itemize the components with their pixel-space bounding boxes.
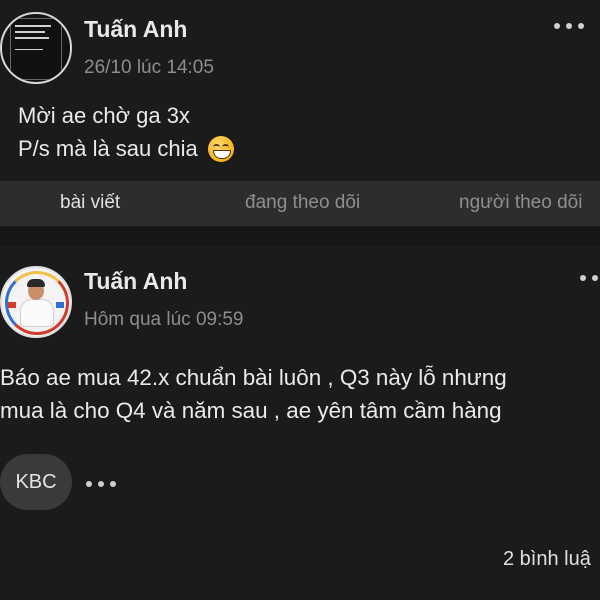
book-cover-avatar-icon[interactable] xyxy=(0,12,72,84)
post-body-line-1: Mời ae chờ ga 3x xyxy=(18,103,190,128)
post-timestamp: Hôm qua lúc 09:59 xyxy=(84,309,244,330)
book-cover xyxy=(10,18,62,80)
tab-posts[interactable]: bài viết xyxy=(60,192,120,214)
grinning-face-emoji-icon xyxy=(207,136,234,162)
post-card: Tuấn Anh 26/10 lúc 14:05 Mời ae chờ ga 3… xyxy=(0,0,600,181)
more-options-icon[interactable] xyxy=(554,20,584,32)
comment-count-link[interactable]: 2 bình luậ xyxy=(503,548,591,571)
post-body-line-1: Báo ae mua 42.x chuẩn bài luôn , Q3 này … xyxy=(0,365,507,390)
post-timestamp: 26/10 lúc 14:05 xyxy=(84,57,214,78)
post-card: Tuấn Anh Hôm qua lúc 09:59 Báo ae mua 42… xyxy=(0,246,600,600)
section-divider xyxy=(0,226,600,246)
more-options-icon[interactable] xyxy=(580,272,600,284)
post-body-line-2-text: P/s mà là sau chia xyxy=(18,136,198,161)
more-tags-icon[interactable] xyxy=(86,478,116,490)
tab-followers[interactable]: người theo dõi xyxy=(459,192,582,214)
profile-tab-bar: bài viết đang theo dõi người theo dõi xyxy=(0,181,600,226)
post-author-name[interactable]: Tuấn Anh xyxy=(84,268,187,295)
post-body: Báo ae mua 42.x chuẩn bài luôn , Q3 này … xyxy=(0,361,507,427)
post-body-line-2: P/s mà là sau chia xyxy=(18,132,234,165)
person-avatar-icon[interactable] xyxy=(0,266,72,338)
tab-following[interactable]: đang theo dõi xyxy=(245,192,360,214)
stock-tag-kbc[interactable]: KBC xyxy=(0,454,72,510)
post-author-name[interactable]: Tuấn Anh xyxy=(84,16,187,43)
post-body: Mời ae chờ ga 3x P/s mà là sau chia xyxy=(18,99,234,165)
post-body-line-2: mua là cho Q4 và năm sau , ae yên tâm cầ… xyxy=(0,398,502,423)
feed-screen: Tuấn Anh 26/10 lúc 14:05 Mời ae chờ ga 3… xyxy=(0,0,600,600)
